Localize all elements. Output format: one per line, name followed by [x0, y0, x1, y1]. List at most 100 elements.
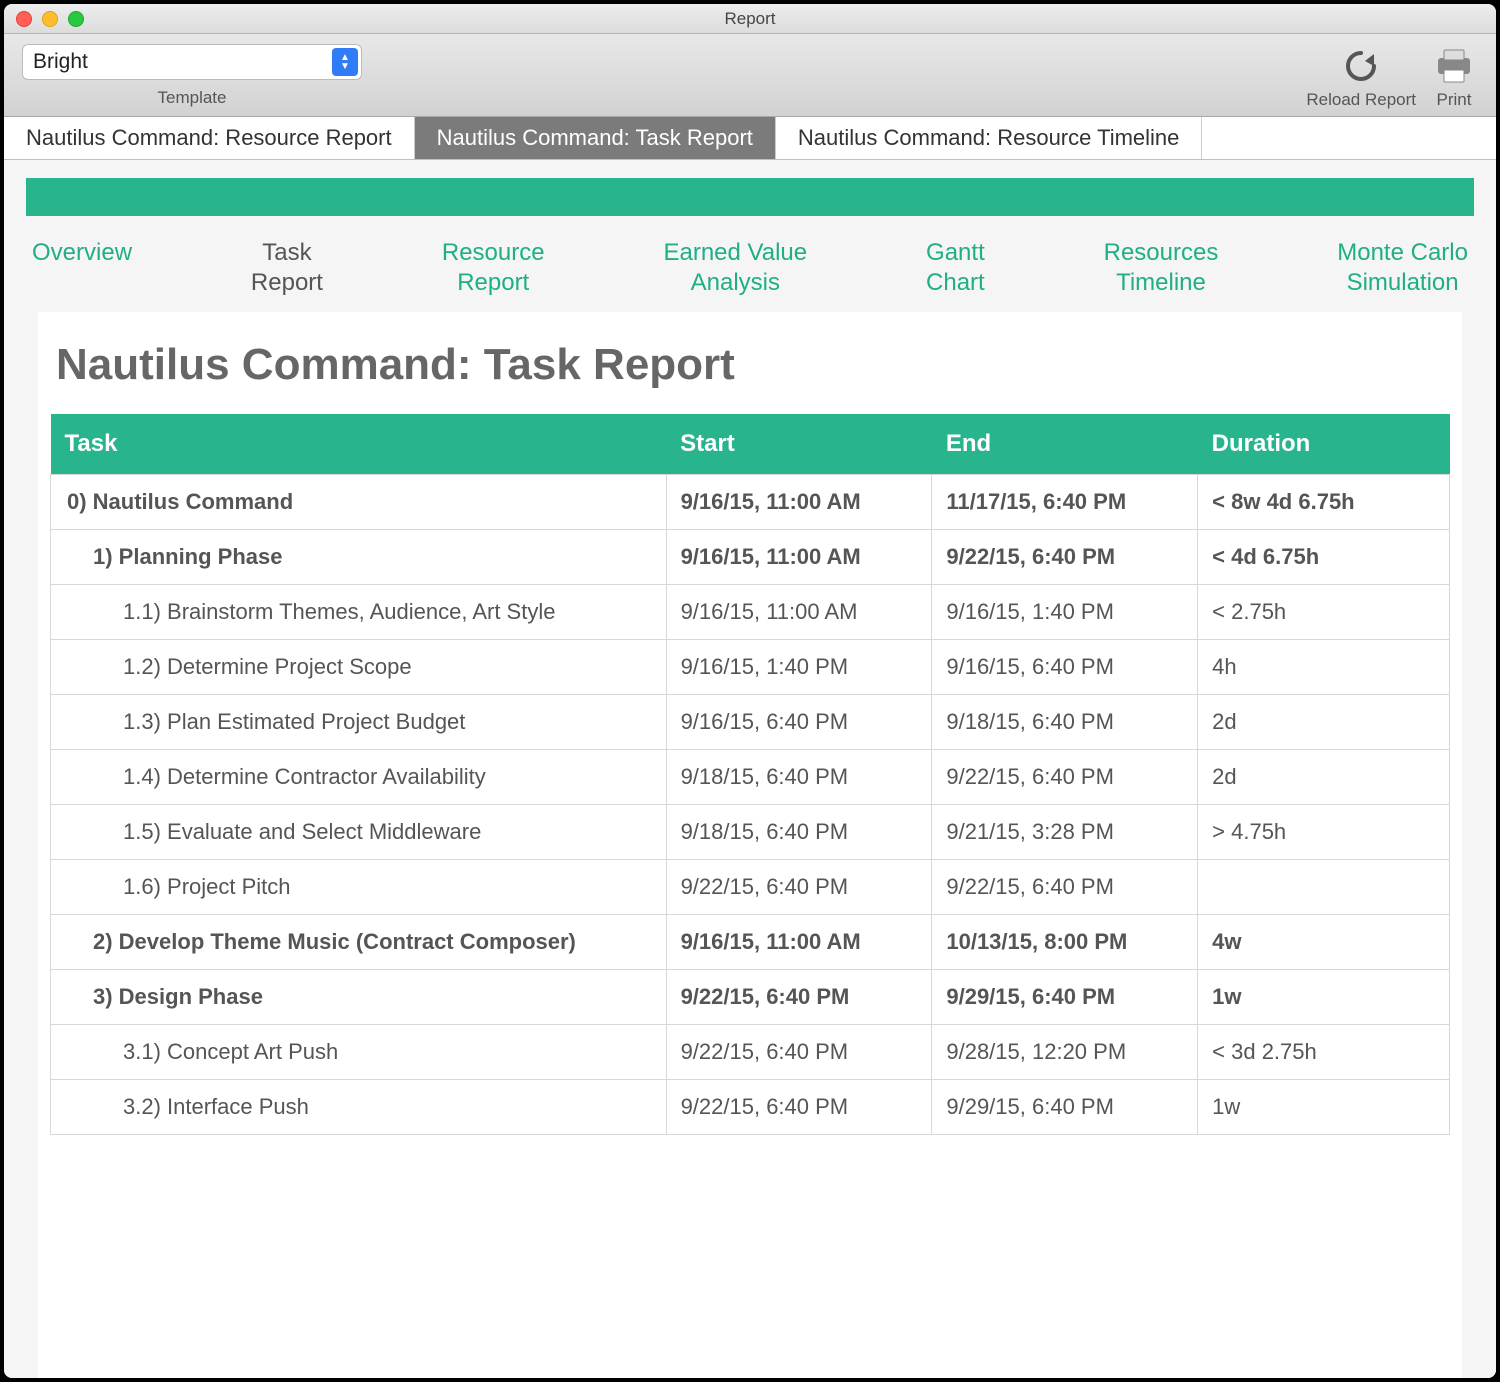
cell-duration: < 3d 2.75h [1198, 1025, 1450, 1080]
cell-task: 3.2) Interface Push [51, 1080, 667, 1135]
task-table: Task Start End Duration 0) Nautilus Comm… [50, 414, 1450, 1135]
printer-icon [1430, 44, 1478, 88]
table-row[interactable]: 1.2) Determine Project Scope9/16/15, 1:4… [51, 640, 1450, 695]
print-label: Print [1437, 90, 1472, 110]
cell-end: 11/17/15, 6:40 PM [932, 475, 1198, 530]
subnav-item[interactable]: ResourcesTimeline [1104, 238, 1219, 298]
cell-task: 1.1) Brainstorm Themes, Audience, Art St… [51, 585, 667, 640]
subnav-label-line1: Earned Value [663, 239, 807, 266]
subnav-item[interactable]: TaskReport [251, 238, 323, 298]
template-group: Bright ▲▼ Template [22, 44, 362, 108]
cell-task: 1.4) Determine Contractor Availability [51, 750, 667, 805]
table-row[interactable]: 0) Nautilus Command9/16/15, 11:00 AM11/1… [51, 475, 1450, 530]
cell-task: 1.6) Project Pitch [51, 860, 667, 915]
subnav: Overview TaskReport ResourceReport Earned V… [4, 216, 1496, 312]
cell-task: 2) Develop Theme Music (Contract Compose… [51, 915, 667, 970]
cell-duration: 1w [1198, 970, 1450, 1025]
table-row[interactable]: 1.1) Brainstorm Themes, Audience, Art St… [51, 585, 1450, 640]
cell-end: 10/13/15, 8:00 PM [932, 915, 1198, 970]
cell-start: 9/16/15, 11:00 AM [666, 915, 932, 970]
minimize-icon[interactable] [42, 11, 58, 27]
report-title: Nautilus Command: Task Report [56, 340, 1444, 390]
cell-duration: 4h [1198, 640, 1450, 695]
cell-start: 9/22/15, 6:40 PM [666, 1080, 932, 1135]
subnav-label-line1: Monte Carlo [1337, 239, 1468, 266]
cell-end: 9/22/15, 6:40 PM [932, 530, 1198, 585]
cell-end: 9/29/15, 6:40 PM [932, 1080, 1198, 1135]
reload-icon [1337, 44, 1385, 88]
cell-end: 9/21/15, 3:28 PM [932, 805, 1198, 860]
cell-start: 9/16/15, 11:00 AM [666, 585, 932, 640]
table-row[interactable]: 1.5) Evaluate and Select Middleware9/18/… [51, 805, 1450, 860]
cell-duration: < 8w 4d 6.75h [1198, 475, 1450, 530]
subnav-item[interactable]: Earned ValueAnalysis [663, 238, 807, 298]
template-select[interactable]: Bright ▲▼ [22, 44, 362, 80]
cell-end: 9/16/15, 6:40 PM [932, 640, 1198, 695]
window-tab[interactable]: Nautilus Command: Resource Timeline [776, 117, 1203, 159]
report-window: Report Bright ▲▼ Template Reload Report [4, 4, 1496, 1378]
table-row[interactable]: 1.6) Project Pitch9/22/15, 6:40 PM9/22/1… [51, 860, 1450, 915]
window-title: Report [4, 9, 1496, 29]
template-value: Bright [33, 50, 88, 74]
cell-start: 9/16/15, 1:40 PM [666, 640, 932, 695]
cell-duration: 1w [1198, 1080, 1450, 1135]
table-row[interactable]: 3.1) Concept Art Push9/22/15, 6:40 PM9/2… [51, 1025, 1450, 1080]
cell-task: 1) Planning Phase [51, 530, 667, 585]
subnav-label-line2: Simulation [1337, 268, 1468, 298]
cell-duration: 4w [1198, 915, 1450, 970]
col-header-start: Start [666, 414, 932, 475]
cell-start: 9/18/15, 6:40 PM [666, 750, 932, 805]
table-row[interactable]: 1.3) Plan Estimated Project Budget9/16/1… [51, 695, 1450, 750]
subnav-item[interactable]: Overview [32, 238, 132, 298]
table-row[interactable]: 2) Develop Theme Music (Contract Compose… [51, 915, 1450, 970]
table-row[interactable]: 3) Design Phase9/22/15, 6:40 PM9/29/15, … [51, 970, 1450, 1025]
chevron-updown-icon: ▲▼ [332, 48, 358, 76]
cell-duration: > 4.75h [1198, 805, 1450, 860]
cell-start: 9/18/15, 6:40 PM [666, 805, 932, 860]
subnav-label-line1: Overview [32, 239, 132, 266]
cell-task: 0) Nautilus Command [51, 475, 667, 530]
cell-start: 9/16/15, 6:40 PM [666, 695, 932, 750]
cell-end: 9/29/15, 6:40 PM [932, 970, 1198, 1025]
table-row[interactable]: 1.4) Determine Contractor Availability9/… [51, 750, 1450, 805]
template-label: Template [158, 88, 227, 108]
col-header-end: End [932, 414, 1198, 475]
subnav-label-line1: Gantt [926, 239, 985, 266]
table-row[interactable]: 3.2) Interface Push9/22/15, 6:40 PM9/29/… [51, 1080, 1450, 1135]
cell-start: 9/22/15, 6:40 PM [666, 970, 932, 1025]
print-button[interactable]: Print [1430, 44, 1478, 110]
cell-end: 9/16/15, 1:40 PM [932, 585, 1198, 640]
report-panel: Nautilus Command: Task Report Task Start… [38, 312, 1462, 1378]
cell-task: 3) Design Phase [51, 970, 667, 1025]
col-header-task: Task [51, 414, 667, 475]
subnav-label-line2: Chart [926, 268, 985, 298]
subnav-label-line2: Report [251, 268, 323, 298]
subnav-item[interactable]: GanttChart [926, 238, 985, 298]
subnav-label-line1: Task [262, 239, 311, 266]
reload-label: Reload Report [1306, 90, 1416, 110]
cell-task: 3.1) Concept Art Push [51, 1025, 667, 1080]
window-tab[interactable]: Nautilus Command: Resource Report [4, 117, 415, 159]
cell-duration: < 2.75h [1198, 585, 1450, 640]
reload-report-button[interactable]: Reload Report [1306, 44, 1416, 110]
cell-task: 1.3) Plan Estimated Project Budget [51, 695, 667, 750]
table-header-row: Task Start End Duration [51, 414, 1450, 475]
cell-end: 9/28/15, 12:20 PM [932, 1025, 1198, 1080]
traffic-lights [16, 11, 84, 27]
window-tabs: Nautilus Command: Resource ReportNautilu… [4, 117, 1496, 160]
cell-start: 9/16/15, 11:00 AM [666, 475, 932, 530]
zoom-icon[interactable] [68, 11, 84, 27]
cell-task: 1.5) Evaluate and Select Middleware [51, 805, 667, 860]
cell-duration: 2d [1198, 695, 1450, 750]
table-row[interactable]: 1) Planning Phase9/16/15, 11:00 AM9/22/1… [51, 530, 1450, 585]
close-icon[interactable] [16, 11, 32, 27]
subnav-item[interactable]: Monte CarloSimulation [1337, 238, 1468, 298]
subnav-item[interactable]: ResourceReport [442, 238, 545, 298]
header-accent-bar [26, 178, 1474, 216]
window-tab[interactable]: Nautilus Command: Task Report [415, 117, 776, 159]
subnav-label-line2: Timeline [1104, 268, 1219, 298]
toolbar: Bright ▲▼ Template Reload Report [4, 34, 1496, 117]
content-area: OverviewTaskReportResourceReportEarned V… [4, 160, 1496, 1378]
titlebar: Report [4, 4, 1496, 34]
cell-task: 1.2) Determine Project Scope [51, 640, 667, 695]
